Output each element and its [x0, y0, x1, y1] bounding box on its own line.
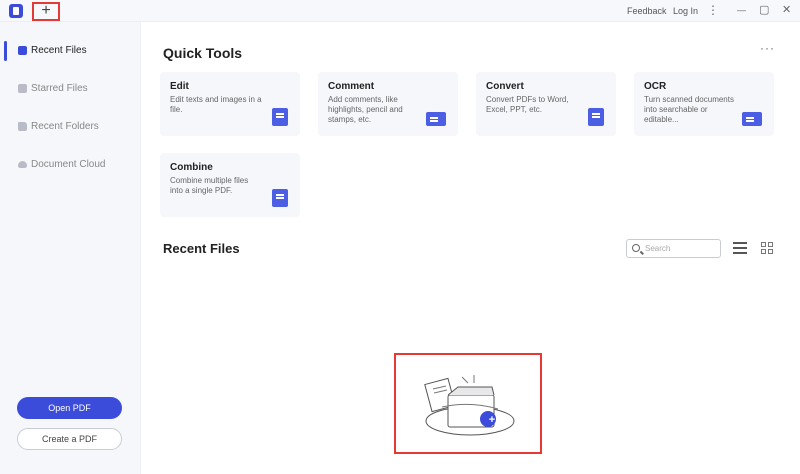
active-indicator	[4, 41, 7, 61]
convert-icon	[588, 108, 604, 126]
document-icon	[18, 46, 27, 55]
folder-icon	[18, 122, 27, 131]
feedback-link[interactable]: Feedback	[627, 6, 667, 16]
tool-card-combine[interactable]: Combine Combine multiple files into a si…	[160, 153, 300, 217]
search-field[interactable]	[626, 239, 721, 258]
maximize-icon[interactable]: ▢	[759, 3, 769, 17]
tool-card-description: Edit texts and images in a file.	[170, 95, 262, 114]
comment-icon	[426, 112, 446, 126]
sidebar-item-document-cloud[interactable]: Document Cloud	[0, 155, 141, 175]
new-tab-button[interactable]: +	[32, 2, 60, 21]
empty-state-highlight[interactable]: +	[394, 353, 542, 454]
tool-card-ocr[interactable]: OCR Turn scanned documents into searchab…	[634, 72, 774, 136]
login-link[interactable]: Log In	[673, 6, 698, 16]
search-icon	[632, 244, 640, 252]
list-view-icon[interactable]	[733, 241, 747, 255]
open-pdf-button[interactable]: Open PDF	[17, 397, 122, 419]
quick-tools-title: Quick Tools	[163, 45, 243, 61]
more-options-button[interactable]: ···	[760, 41, 775, 55]
tool-card-title: Edit	[170, 81, 189, 92]
tool-card-description: Add comments, like highlights, pencil an…	[328, 95, 403, 124]
create-pdf-button[interactable]: Create a PDF	[17, 428, 122, 450]
star-file-icon	[18, 84, 27, 93]
sidebar-item-label: Recent Folders	[31, 121, 99, 132]
close-icon[interactable]: ✕	[782, 3, 791, 17]
edit-doc-icon	[272, 108, 288, 126]
menu-icon[interactable]: ⋮	[707, 3, 719, 17]
tool-card-description: Combine multiple files into a single PDF…	[170, 176, 249, 195]
tool-card-convert[interactable]: Convert Convert PDFs to Word, Excel, PPT…	[476, 72, 616, 136]
add-file-icon[interactable]: +	[484, 412, 500, 428]
app-logo-icon	[9, 4, 23, 18]
search-input[interactable]	[645, 242, 717, 255]
sidebar-item-recent-folders[interactable]: Recent Folders	[0, 117, 141, 137]
minimize-icon[interactable]: —	[737, 3, 746, 17]
combine-icon	[272, 189, 288, 207]
sidebar-item-starred-files[interactable]: Starred Files	[0, 79, 141, 99]
sidebar-item-label: Starred Files	[31, 83, 88, 94]
recent-files-title: Recent Files	[163, 241, 240, 256]
sidebar-item-label: Recent Files	[31, 45, 87, 56]
tool-card-title: Convert	[486, 81, 524, 92]
tool-card-description: Convert PDFs to Word, Excel, PPT, etc.	[486, 95, 569, 114]
tool-card-title: Combine	[170, 162, 213, 173]
tool-card-edit[interactable]: Edit Edit texts and images in a file.	[160, 72, 300, 136]
grid-view-icon[interactable]	[761, 242, 773, 254]
ocr-icon	[742, 112, 762, 126]
cloud-icon	[18, 161, 27, 168]
title-bar: + Feedback Log In ⋮ — ▢ ✕	[0, 0, 800, 22]
tool-card-title: Comment	[328, 81, 375, 92]
sidebar-item-recent-files[interactable]: Recent Files	[0, 41, 141, 61]
tool-card-comment[interactable]: Comment Add comments, like highlights, p…	[318, 72, 458, 136]
sidebar-item-label: Document Cloud	[31, 159, 106, 170]
empty-folder-illustration	[424, 375, 515, 436]
tool-card-title: OCR	[644, 81, 667, 92]
tool-card-description: Turn scanned documents into searchable o…	[644, 95, 734, 124]
